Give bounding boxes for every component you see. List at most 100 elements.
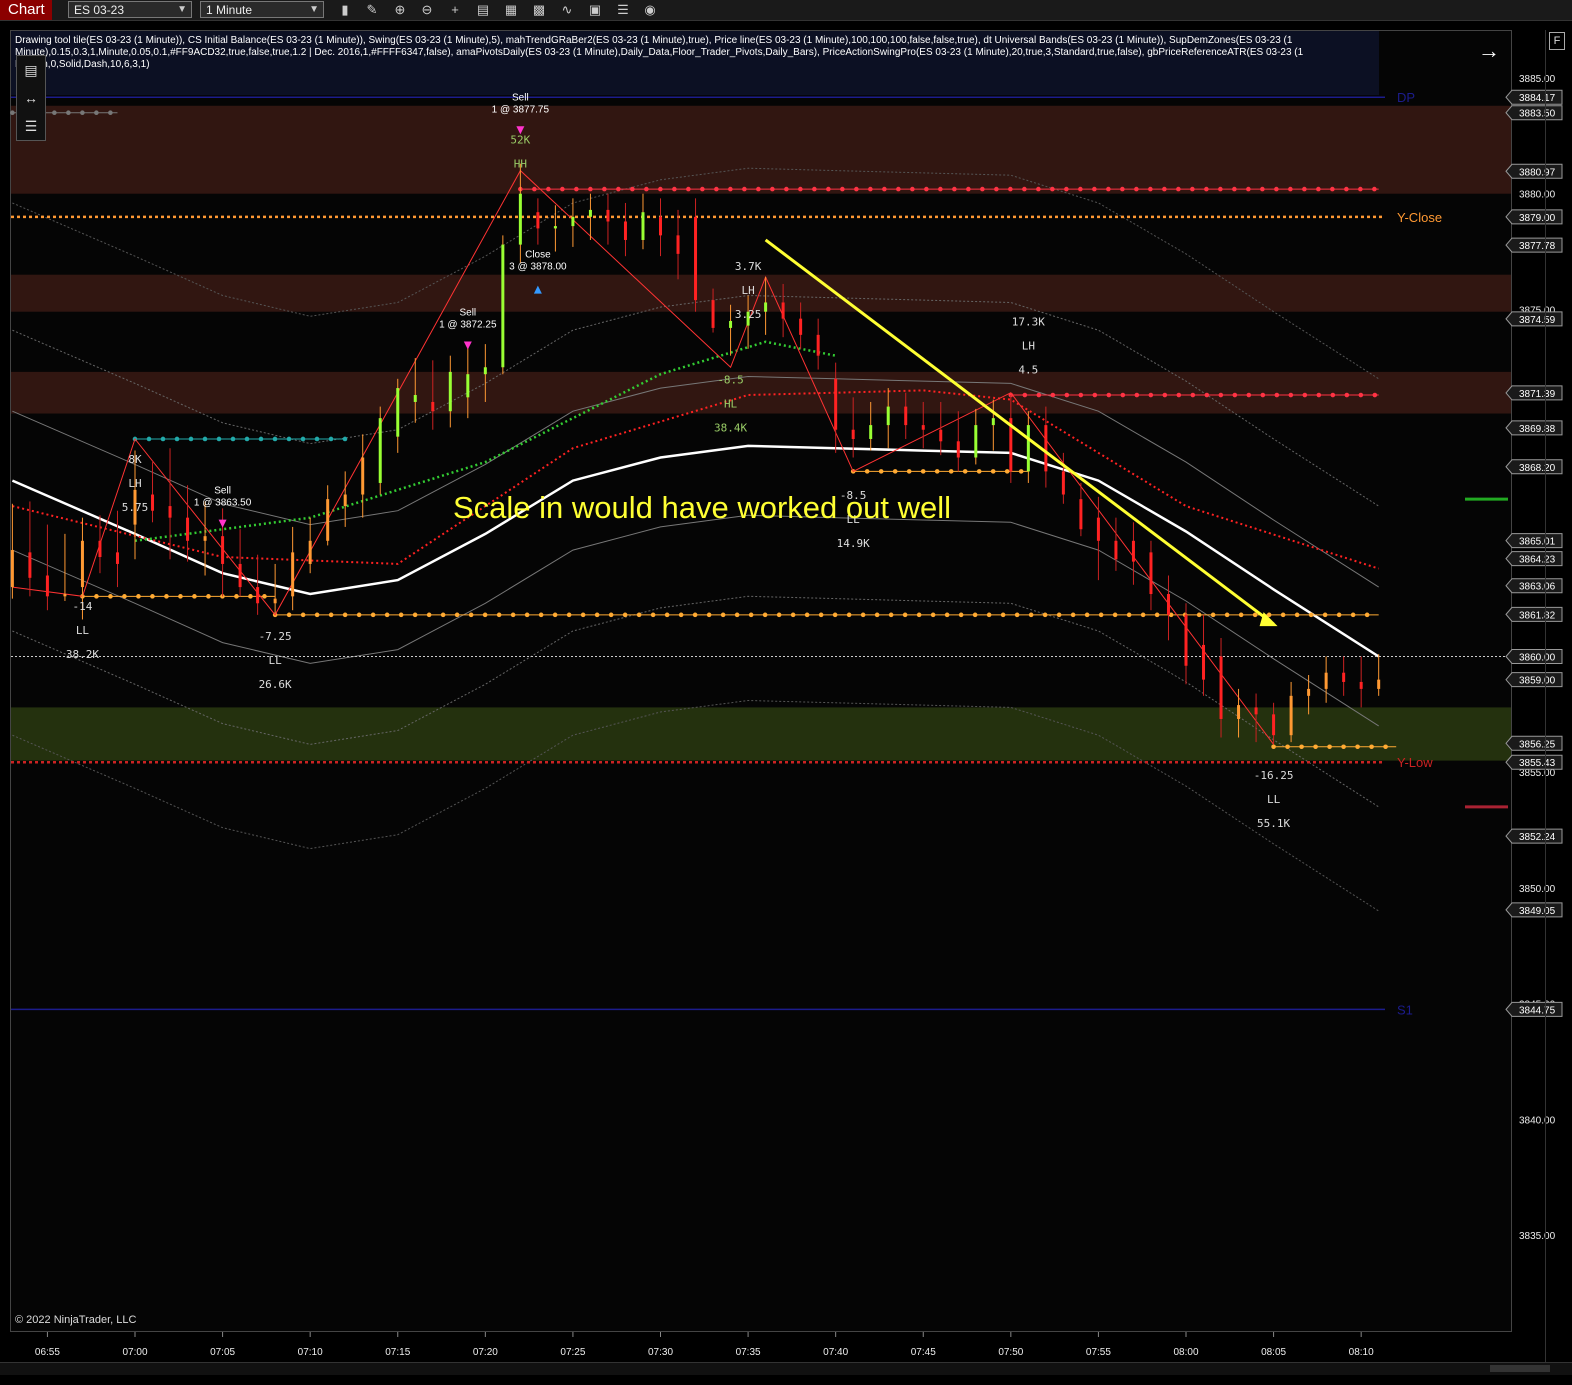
swing-label: 8K <box>128 453 142 466</box>
candle-body <box>1377 679 1381 689</box>
candle-body <box>273 598 277 604</box>
menu-icon[interactable]: ☰ <box>17 112 45 140</box>
swing-dot <box>1126 612 1132 618</box>
swing-label: LL <box>76 624 90 637</box>
swing-dot <box>1274 186 1279 192</box>
swing-dot <box>314 612 320 618</box>
swing-dot <box>1344 392 1350 398</box>
swing-dot <box>892 469 898 474</box>
swing-dot <box>882 186 887 192</box>
swing-dot <box>398 612 404 618</box>
swing-dot <box>1330 186 1335 192</box>
pivot-label: Y-Low <box>1397 755 1433 770</box>
swing-dot <box>944 612 950 618</box>
price-chart[interactable]: DP Y-Close Y-Low S1 8K LH 5.75 -14 LL 38.2K -7.25 L… <box>0 0 1572 1385</box>
swing-dot <box>630 186 635 192</box>
swing-dot <box>1056 612 1062 618</box>
swing-dot <box>510 612 516 618</box>
horizontal-scrollbar[interactable] <box>0 1362 1572 1375</box>
swing-label: -7.25 <box>259 630 292 643</box>
candle-body <box>151 494 155 511</box>
swing-label: HL <box>724 397 738 410</box>
swing-dot <box>952 186 957 192</box>
swing-dot <box>1271 744 1276 750</box>
swing-dot <box>108 110 113 116</box>
swing-dot <box>552 612 558 618</box>
swing-dot <box>160 436 166 442</box>
swing-dot <box>1148 392 1154 398</box>
candle-body <box>711 300 715 328</box>
swing-dot <box>1294 612 1300 618</box>
ruler-icon[interactable]: ▤ <box>17 56 45 84</box>
swing-dot <box>734 612 740 618</box>
swing-dot <box>686 186 691 192</box>
swing-dot <box>1285 744 1290 750</box>
swing-dot <box>672 186 677 192</box>
swing-dot <box>370 612 376 618</box>
sup-dem-zone <box>11 274 1511 312</box>
candle-body <box>466 374 470 398</box>
swing-dot <box>994 186 999 192</box>
swing-dot <box>108 594 113 599</box>
drawing-tool-tile[interactable]: ▤ ↔ ☰ <box>16 55 46 141</box>
swing-dot <box>356 612 362 618</box>
swing-label: -16.25 <box>1254 769 1294 782</box>
candle-body <box>851 429 855 439</box>
swing-dot <box>538 612 544 618</box>
arrow-right-icon[interactable]: → <box>1478 38 1500 64</box>
x-tick-label: 07:15 <box>385 1347 410 1358</box>
swing-dot <box>94 110 99 116</box>
swing-dot <box>784 186 789 192</box>
swing-dot <box>1162 392 1168 398</box>
swing-dot <box>1383 744 1388 750</box>
x-tick-label: 07:05 <box>210 1347 235 1358</box>
swing-dot <box>1327 744 1332 750</box>
swing-dot <box>1190 392 1196 398</box>
candle-body <box>256 587 260 604</box>
swing-dot <box>644 186 649 192</box>
swing-dot <box>1148 186 1153 192</box>
pivot-label: S1 <box>1397 1002 1413 1017</box>
swing-dot <box>826 186 831 192</box>
scrollbar-thumb[interactable] <box>1490 1365 1550 1372</box>
x-tick-label: 07:45 <box>911 1347 936 1358</box>
swing-label: LH <box>1022 339 1035 352</box>
swing-dot <box>1196 612 1202 618</box>
candle-body <box>676 235 680 254</box>
candle-body <box>904 406 908 426</box>
chart-annotation: Scale in would have worked out well <box>453 490 951 525</box>
swing-dot <box>762 612 768 618</box>
swing-dot <box>546 186 551 192</box>
swing-dot <box>1064 392 1070 398</box>
candle-body <box>1272 714 1276 736</box>
candle-body <box>501 244 505 368</box>
swing-dot <box>812 186 817 192</box>
candle-body <box>553 226 557 229</box>
swing-dot <box>150 594 155 599</box>
swing-dot <box>602 186 607 192</box>
swing-dot <box>714 186 719 192</box>
trade-label: 1 @ 3863.50 <box>194 498 252 509</box>
swing-dot <box>468 612 474 618</box>
candle-body <box>1149 552 1153 595</box>
swing-dot <box>728 186 733 192</box>
swing-label: 3.7K <box>735 260 762 273</box>
chart-trader-toggle-icon[interactable]: F <box>1549 32 1565 50</box>
swing-dot <box>1008 186 1013 192</box>
swing-dot <box>706 612 712 618</box>
swing-dot <box>262 594 267 599</box>
swing-dot <box>1302 186 1307 192</box>
pivot-label: DP <box>1397 90 1415 105</box>
swing-dot <box>1106 186 1111 192</box>
arrows-icon[interactable]: ↔ <box>17 84 45 112</box>
swing-dot <box>920 469 926 474</box>
swing-dot <box>594 612 600 618</box>
x-tick-label: 07:40 <box>823 1347 848 1358</box>
swing-dot <box>272 436 278 442</box>
candle-body <box>1026 425 1030 472</box>
swing-dot <box>1204 186 1209 192</box>
swing-dot <box>1313 744 1318 750</box>
swing-dot <box>868 186 873 192</box>
x-tick-label: 08:05 <box>1261 1347 1286 1358</box>
swing-dot <box>412 612 418 618</box>
